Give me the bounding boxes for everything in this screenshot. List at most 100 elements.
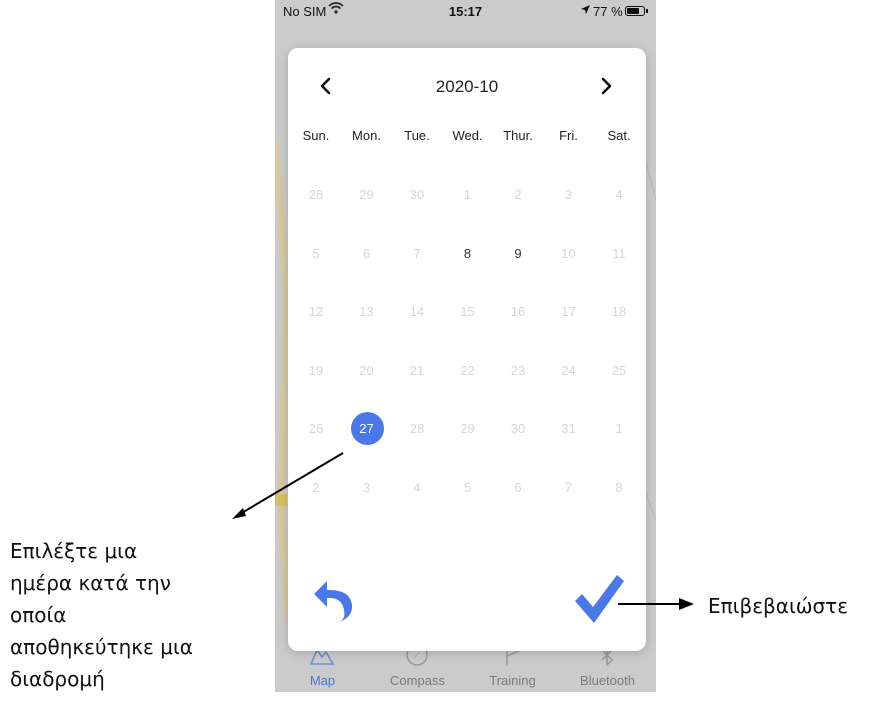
calendar-day[interactable]: 11 — [594, 237, 644, 271]
calendar-day-number: 5 — [312, 245, 320, 261]
calendar-day-number: 26 — [308, 421, 324, 436]
calendar-day[interactable]: 3 — [544, 178, 594, 212]
calendar-day[interactable]: 28 — [392, 412, 442, 446]
calendar-day-number: 16 — [510, 304, 526, 319]
calendar-day[interactable]: 2 — [291, 471, 341, 505]
calendar-day-number: 25 — [611, 362, 627, 378]
calendar-day[interactable]: 25 — [594, 354, 644, 388]
calendar-day[interactable]: 24 — [544, 354, 594, 388]
undo-arrow-icon — [314, 581, 353, 622]
back-button[interactable] — [312, 577, 354, 623]
calendar-day[interactable]: 4 — [392, 471, 442, 505]
calendar-day[interactable]: 3 — [342, 471, 392, 505]
calendar-day-number: 19 — [308, 362, 324, 378]
calendar-day[interactable]: 13 — [342, 295, 392, 329]
calendar-day-number: 9 — [514, 245, 522, 261]
tab-label: Bluetooth — [580, 673, 635, 688]
weekday-label: Fri. — [559, 128, 578, 143]
calendar-day-number: 15 — [460, 304, 475, 319]
calendar-day-number: 20 — [359, 362, 374, 378]
confirm-button[interactable] — [573, 573, 625, 625]
calendar-day-number: 3 — [564, 187, 573, 202]
calendar-day-number: 21 — [409, 362, 425, 378]
weekday-label: Thur. — [503, 128, 533, 143]
tab-label: Compass — [390, 673, 445, 688]
calendar-day[interactable]: 28 — [291, 178, 341, 212]
calendar-day-number: 8 — [615, 479, 623, 495]
calendar-day[interactable]: 30 — [392, 178, 442, 212]
calendar-day-number: 2 — [514, 187, 522, 202]
calendar-day-number: 1 — [463, 187, 472, 202]
calendar-day[interactable]: 16 — [493, 295, 543, 329]
status-bar: No SIM 15:17 77 % — [275, 0, 656, 24]
calendar-day-number: 27 — [359, 421, 374, 436]
calendar-day-number: 5 — [463, 479, 472, 495]
calendar-day[interactable]: 1 — [443, 178, 493, 212]
calendar-day[interactable]: 27 — [342, 412, 392, 446]
calendar-day[interactable]: 29 — [443, 412, 493, 446]
calendar-day[interactable]: 4 — [594, 178, 644, 212]
calendar-day-number: 23 — [510, 362, 526, 378]
month-title: 2020-10 — [435, 77, 499, 96]
calendar-day[interactable]: 8 — [443, 237, 493, 271]
weekday-label: Mon. — [352, 128, 381, 143]
calendar-day-number: 4 — [413, 479, 421, 495]
calendar-day[interactable]: 14 — [392, 295, 442, 329]
calendar-day[interactable]: 20 — [342, 354, 392, 388]
month-header: 2020-10 — [288, 72, 646, 102]
calendar-day[interactable]: 2 — [493, 178, 543, 212]
calendar-day[interactable]: 29 — [342, 178, 392, 212]
calendar-day-number: 6 — [514, 479, 522, 495]
calendar-day[interactable]: 8 — [594, 471, 644, 505]
calendar-day-number: 31 — [561, 421, 576, 436]
calendar-day-number: 2 — [312, 479, 320, 495]
calendar-day-number: 29 — [460, 421, 475, 436]
calendar-day[interactable]: 12 — [291, 295, 341, 329]
calendar-day-number: 11 — [612, 245, 626, 261]
calendar-day[interactable]: 18 — [594, 295, 644, 329]
calendar-day-number: 1 — [615, 421, 623, 436]
calendar-day[interactable]: 9 — [493, 237, 543, 271]
calendar-day[interactable]: 19 — [291, 354, 341, 388]
calendar-day-number: 7 — [413, 245, 421, 261]
calendar-day-number: 14 — [409, 304, 425, 319]
calendar-day-number: 22 — [460, 362, 475, 378]
calendar-day[interactable]: 7 — [392, 237, 442, 271]
calendar-day-number: 30 — [409, 187, 425, 202]
calendar-day-number: 12 — [308, 304, 324, 319]
calendar-day[interactable]: 6 — [342, 237, 392, 271]
battery-icon — [625, 6, 648, 16]
annotation-line: ημέρα κατά την — [10, 571, 171, 595]
calendar-day[interactable]: 26 — [291, 412, 341, 446]
location-arrow-icon — [580, 3, 591, 18]
weekday-label: Sat. — [607, 128, 631, 143]
calendar-day-number: 29 — [359, 187, 374, 202]
next-month-button[interactable] — [594, 74, 618, 98]
calendar-day[interactable]: 10 — [544, 237, 594, 271]
weekday-label: Sun. — [302, 128, 330, 143]
battery-percentage: 77 % — [593, 4, 623, 19]
calendar-day[interactable]: 15 — [443, 295, 493, 329]
annotation-select-day: Επιλέξτε μια ημέρα κατά την οποία αποθηκεύτ… — [10, 535, 260, 695]
calendar-day[interactable]: 6 — [493, 471, 543, 505]
tab-label: Map — [309, 673, 336, 688]
tab-label: Training — [489, 673, 536, 688]
calendar-day[interactable]: 7 — [544, 471, 594, 505]
calendar-day[interactable]: 5 — [291, 237, 341, 271]
calendar-day[interactable]: 23 — [493, 354, 543, 388]
calendar-day[interactable]: 31 — [544, 412, 594, 446]
date-picker-dialog: 2020-10 Sun. Mon. Tue. Wed. Thur. Fri. Sat. 28… — [288, 48, 646, 651]
calendar-day-number: 17 — [561, 304, 576, 319]
annotation-line: Επιλέξτε μια — [10, 539, 138, 563]
weekday-label: Tue. — [404, 128, 430, 143]
calendar-day-number: 24 — [561, 362, 576, 378]
annotation-confirm: Επιβεβαιώστε — [708, 594, 849, 618]
checkmark-icon — [575, 575, 624, 623]
calendar-day[interactable]: 17 — [544, 295, 594, 329]
calendar-day[interactable]: 30 — [493, 412, 543, 446]
calendar-day[interactable]: 1 — [594, 412, 644, 446]
calendar-day[interactable]: 5 — [443, 471, 493, 505]
calendar-day-number: 18 — [611, 304, 627, 319]
calendar-day[interactable]: 22 — [443, 354, 493, 388]
calendar-day[interactable]: 21 — [392, 354, 442, 388]
